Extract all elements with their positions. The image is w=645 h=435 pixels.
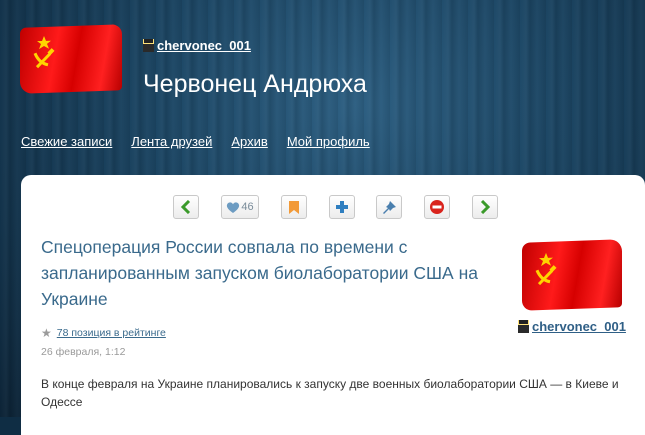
blog-title: Червонец Андрюха xyxy=(143,70,367,98)
nav-friends-feed[interactable]: Лента друзей xyxy=(131,134,212,149)
chevron-left-icon xyxy=(180,200,191,214)
pin-button[interactable] xyxy=(376,195,402,219)
post-toolbar: 46 xyxy=(21,195,645,221)
like-button[interactable]: 46 xyxy=(221,195,259,219)
post-date: 26 февраля, 1:12 xyxy=(41,346,126,358)
post-flag-image xyxy=(522,239,622,311)
bookmark-button[interactable] xyxy=(281,195,307,219)
header-username-link[interactable]: chervonec_001 xyxy=(143,38,251,53)
next-post-button[interactable] xyxy=(472,195,498,219)
star-icon: ★ xyxy=(41,326,52,340)
heart-icon xyxy=(227,201,240,213)
nav-archive[interactable]: Архив xyxy=(231,134,267,149)
add-button[interactable] xyxy=(329,195,355,219)
post-author[interactable]: chervonec_001 xyxy=(532,319,626,334)
user-avatar-icon xyxy=(143,39,154,52)
chevron-right-icon xyxy=(480,200,491,214)
prev-post-button[interactable] xyxy=(173,195,199,219)
header-username[interactable]: chervonec_001 xyxy=(157,38,251,53)
rating-link[interactable]: 78 позиция в рейтинге xyxy=(57,327,166,339)
block-button[interactable] xyxy=(424,195,450,219)
bookmark-icon xyxy=(289,200,299,214)
nav-my-profile[interactable]: Мой профиль xyxy=(287,134,370,149)
pin-icon xyxy=(382,200,396,214)
main-nav: Свежие записи Лента друзей Архив Мой про… xyxy=(21,134,389,149)
like-count: 46 xyxy=(241,201,254,213)
author-avatar-icon xyxy=(518,320,529,333)
post-rating: ★ 78 позиция в рейтинге xyxy=(41,326,166,340)
header-flag-image xyxy=(20,24,122,94)
post-card: 46 Спецоперация России совпала по времен… xyxy=(21,175,645,435)
post-author-link[interactable]: chervonec_001 xyxy=(518,319,626,334)
post-title-link[interactable]: Спецоперация России совпала по времени с… xyxy=(41,234,501,312)
nav-fresh-posts[interactable]: Свежие записи xyxy=(21,134,112,149)
plus-icon xyxy=(336,201,348,213)
block-icon xyxy=(430,200,444,214)
post-excerpt: В конце февраля на Украине планировались… xyxy=(41,377,619,409)
